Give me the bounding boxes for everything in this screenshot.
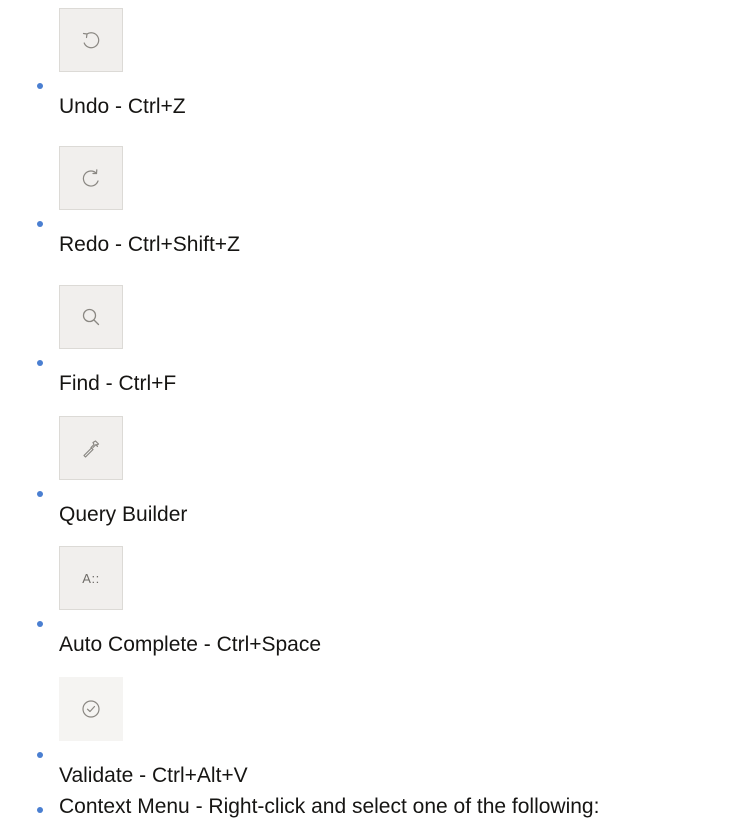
list-bullet [37,491,43,497]
query-builder-label: Query Builder [59,503,188,526]
undo-label: Undo - Ctrl+Z [59,95,186,118]
validate-button[interactable] [59,677,123,741]
undo-icon [80,29,102,51]
hammer-icon [80,437,102,459]
list-item-validate: Validate - Ctrl+Alt+V [0,677,747,807]
auto-complete-label: Auto Complete - Ctrl+Space [59,633,322,656]
redo-label: Redo - Ctrl+Shift+Z [59,233,240,256]
context-menu-label: Context Menu - Right-click and select on… [59,795,600,818]
validate-label: Validate - Ctrl+Alt+V [59,764,248,787]
list-bullet [37,360,43,366]
find-button[interactable] [59,285,123,349]
auto-complete-button[interactable]: A:: [59,546,123,610]
list-bullet [37,752,43,758]
auto-complete-icon: A:: [82,570,100,586]
undo-button[interactable] [59,8,123,72]
list-bullet [37,621,43,627]
list-bullet [37,83,43,89]
find-label: Find - Ctrl+F [59,372,177,395]
list-item-context-menu: Context Menu - Right-click and select on… [0,790,747,830]
list-item-find: Find - Ctrl+F [0,285,747,415]
search-icon [80,306,102,328]
check-circle-icon [80,698,102,720]
redo-button[interactable] [59,146,123,210]
list-item-undo: Undo - Ctrl+Z [0,8,747,138]
list-item-redo: Redo - Ctrl+Shift+Z [0,146,747,276]
list-bullet [37,807,43,813]
list-item-auto-complete: A:: Auto Complete - Ctrl+Space [0,546,747,676]
redo-icon [80,167,102,189]
list-bullet [37,221,43,227]
query-builder-button[interactable] [59,416,123,480]
list-item-query-builder: Query Builder [0,416,747,546]
